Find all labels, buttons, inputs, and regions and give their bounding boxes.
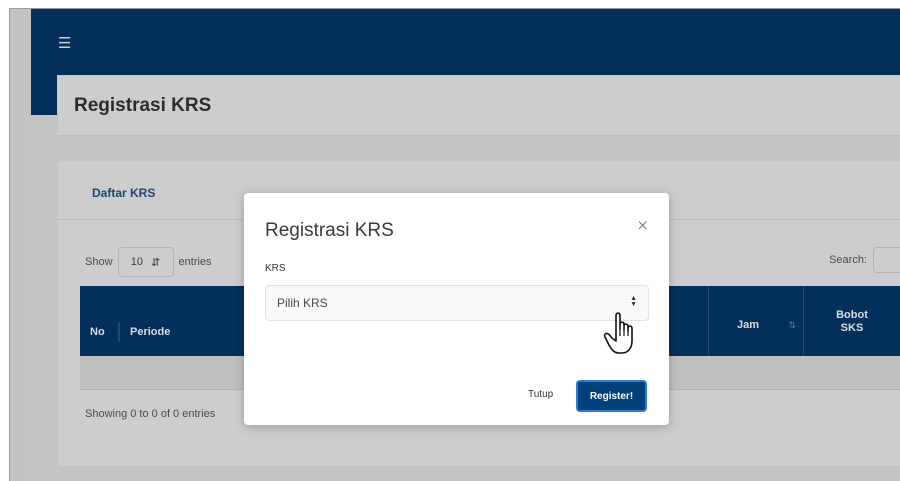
top-navbar <box>31 9 900 75</box>
search-input[interactable] <box>873 247 900 273</box>
tutup-button[interactable]: Tutup <box>528 389 553 400</box>
column-label: No <box>90 326 105 338</box>
page-length-select[interactable]: 10 ⇵ <box>117 247 174 277</box>
register-button[interactable]: Register! <box>576 380 647 412</box>
entries-label: entries <box>178 256 212 268</box>
krs-select-value: Pilih KRS <box>277 296 328 310</box>
modal-title: Registrasi KRS <box>265 220 394 241</box>
page-length-value: 10 <box>130 256 144 268</box>
menu-icon[interactable]: ☰ <box>58 36 71 51</box>
search-control: Search: <box>829 247 900 273</box>
show-label: Show <box>85 256 113 268</box>
column-header-no[interactable]: No <box>80 322 119 342</box>
close-icon[interactable]: × <box>636 218 649 233</box>
registrasi-modal: Registrasi KRS × KRS Pilih KRS ▲ ▼ Tutup … <box>244 193 669 425</box>
sidebar-accent <box>31 75 57 115</box>
select-arrows-icon: ▲ ▼ <box>630 295 637 308</box>
page-length-control: Show 10 ⇵ entries <box>85 247 212 277</box>
column-label: Periode <box>130 326 171 338</box>
sort-icon: ⇅ <box>788 319 796 330</box>
search-label: Search: <box>829 254 867 266</box>
column-label: Jam <box>737 319 760 331</box>
column-label-bobot: Bobot <box>836 309 868 321</box>
column-header-bobot-sks[interactable]: Bobot SKS <box>804 286 900 356</box>
table-info: Showing 0 to 0 of 0 entries <box>85 408 216 420</box>
column-label-sks: SKS <box>840 322 864 334</box>
browser-frame: ☰ Registrasi KRS Daftar KRS Show 10 ⇵ en… <box>9 8 900 481</box>
sidebar <box>10 9 31 481</box>
krs-select[interactable]: Pilih KRS ▲ ▼ <box>265 285 649 321</box>
column-header-periode[interactable]: Periode <box>119 322 259 342</box>
column-label: Bobot SKS <box>836 309 868 335</box>
column-header-jam[interactable]: Jam ⇅ <box>708 286 804 356</box>
select-arrows-icon: ⇵ <box>151 256 161 269</box>
krs-field-label: KRS <box>265 263 286 274</box>
page-header-card: Registrasi KRS <box>58 76 900 136</box>
page-title: Registrasi KRS <box>74 95 212 116</box>
card-title[interactable]: Daftar KRS <box>92 186 155 200</box>
